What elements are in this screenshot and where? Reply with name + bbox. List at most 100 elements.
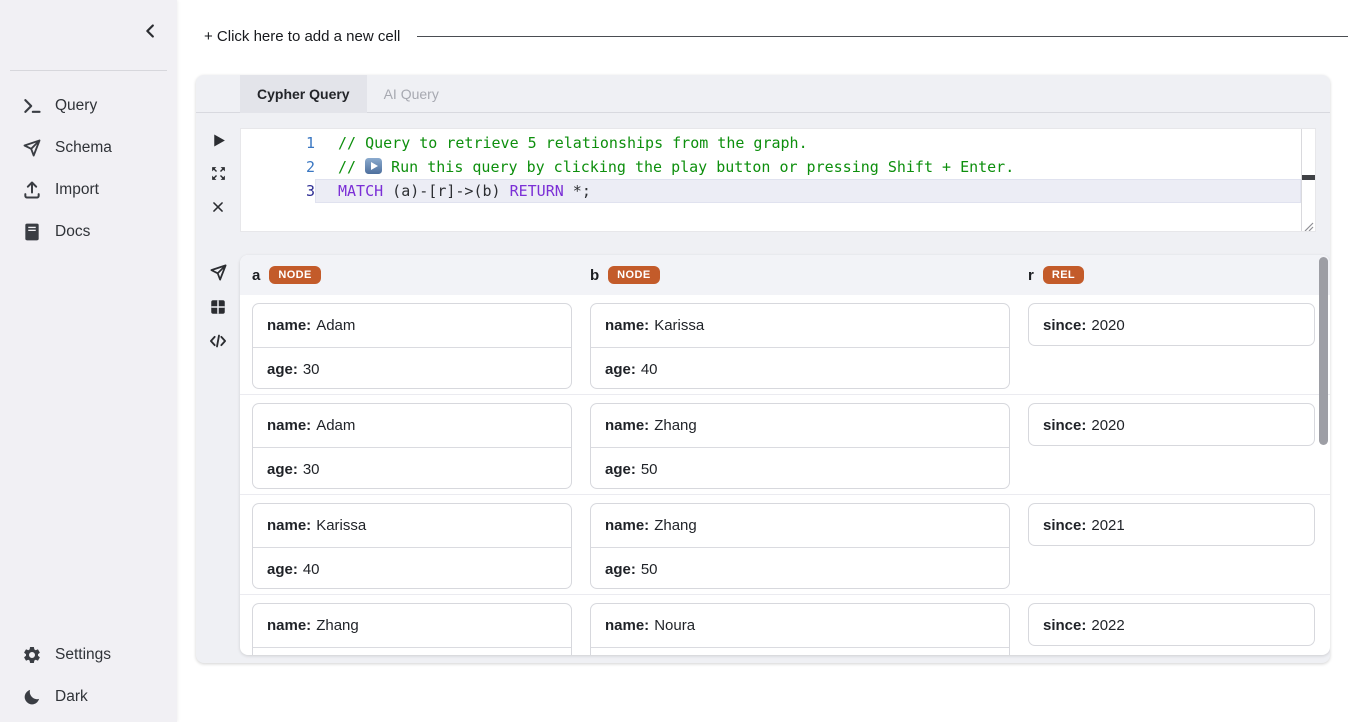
code-keyword: RETURN bbox=[510, 182, 564, 200]
graph-view-icon bbox=[209, 263, 228, 285]
result-row: name:Karissa age:40 name:Zhang age:50 si… bbox=[240, 495, 1330, 595]
property-name: name:Zhang bbox=[253, 604, 571, 647]
sidebar-item-label: Schema bbox=[55, 139, 112, 157]
tab-cypher-query[interactable]: Cypher Query bbox=[240, 75, 367, 113]
play-emoji bbox=[365, 158, 382, 174]
resize-grip-icon[interactable] bbox=[1302, 218, 1314, 230]
code-view-icon bbox=[208, 331, 228, 354]
code-editor[interactable]: 1 // Query to retrieve 5 relationships f… bbox=[240, 128, 1316, 232]
column-name: b bbox=[590, 267, 599, 284]
column-name: a bbox=[252, 267, 260, 284]
sidebar-item-query[interactable]: Query bbox=[0, 85, 177, 127]
node-type-badge: NODE bbox=[269, 266, 320, 284]
property-age: age:50 bbox=[591, 447, 1009, 489]
chevron-left-icon bbox=[140, 30, 162, 45]
node-card-b: name:Noura bbox=[590, 603, 1010, 655]
line-number: 3 bbox=[241, 179, 315, 203]
node-card-a: name:Adam age:30 bbox=[252, 303, 572, 389]
sidebar-divider bbox=[10, 70, 167, 71]
results-panel: a NODE b NODE r REL name:Ad bbox=[240, 255, 1330, 655]
upload-icon bbox=[22, 180, 42, 200]
property-since: since:2022 bbox=[1029, 604, 1314, 646]
rel-card-r: since:2021 bbox=[1028, 503, 1315, 546]
play-icon bbox=[210, 132, 227, 152]
column-header-r: r REL bbox=[1028, 266, 1315, 284]
run-query-button[interactable] bbox=[207, 132, 229, 152]
sidebar-item-label: Settings bbox=[55, 646, 111, 664]
expand-icon bbox=[210, 165, 227, 185]
column-name: r bbox=[1028, 267, 1034, 284]
property-name: name:Karissa bbox=[591, 304, 1009, 347]
table-view-button[interactable] bbox=[207, 298, 229, 318]
property-age: age:30 bbox=[253, 347, 571, 389]
property-name: name:Karissa bbox=[253, 504, 571, 547]
tab-label: Cypher Query bbox=[257, 86, 350, 102]
graph-view-button[interactable] bbox=[207, 264, 229, 284]
results-body: name:Adam age:30 name:Karissa age:40 sin… bbox=[240, 295, 1330, 655]
property-since: since:2020 bbox=[1029, 304, 1314, 346]
close-cell-button[interactable] bbox=[207, 198, 229, 218]
results-scrollbar[interactable] bbox=[1319, 257, 1328, 445]
gear-icon bbox=[22, 645, 42, 665]
sidebar-collapse-button[interactable] bbox=[139, 20, 163, 44]
tab-bar: Cypher Query AI Query bbox=[196, 75, 1330, 113]
sidebar-item-label: Dark bbox=[55, 688, 88, 706]
property-since: since:2020 bbox=[1029, 404, 1314, 446]
rel-card-r: since:2020 bbox=[1028, 403, 1315, 446]
property-since: since:2021 bbox=[1029, 504, 1314, 546]
sidebar-item-settings[interactable]: Settings bbox=[0, 634, 177, 676]
property-name: name:Zhang bbox=[591, 504, 1009, 547]
column-header-b: b NODE bbox=[590, 266, 1010, 284]
code-view-button[interactable] bbox=[207, 332, 229, 352]
sidebar: Query Schema Import Docs Settings bbox=[0, 0, 177, 722]
sidebar-item-schema[interactable]: Schema bbox=[0, 127, 177, 169]
node-card-a: name:Karissa age:40 bbox=[252, 503, 572, 589]
sidebar-item-dark-mode[interactable]: Dark bbox=[0, 676, 177, 718]
tab-label: AI Query bbox=[384, 86, 439, 102]
result-row: name:Adam age:30 name:Karissa age:40 sin… bbox=[240, 295, 1330, 395]
expand-editor-button[interactable] bbox=[207, 165, 229, 185]
tab-ai-query[interactable]: AI Query bbox=[367, 75, 456, 113]
moon-icon bbox=[22, 687, 42, 707]
code-line-2: 2 // Run this query by clicking the play… bbox=[241, 155, 1315, 179]
code-text: (a)-[r]->(b) bbox=[383, 182, 509, 200]
property-age: age:50 bbox=[591, 547, 1009, 589]
property-name: name:Adam bbox=[253, 304, 571, 347]
rel-type-badge: REL bbox=[1043, 266, 1084, 284]
property-name: name:Noura bbox=[591, 604, 1009, 647]
results-header: a NODE b NODE r REL bbox=[240, 255, 1330, 295]
add-cell-label: + Click here to add a new cell bbox=[204, 28, 400, 45]
code-comment: Run this query by clicking the play butt… bbox=[382, 158, 1014, 176]
terminal-icon bbox=[22, 96, 42, 116]
graph-icon bbox=[22, 138, 42, 158]
code-line-3: 3 MATCH (a)-[r]->(b) RETURN *; bbox=[241, 179, 1315, 203]
sidebar-item-import[interactable]: Import bbox=[0, 169, 177, 211]
editor-scrollbar-thumb[interactable] bbox=[1302, 175, 1315, 180]
sidebar-item-label: Import bbox=[55, 181, 99, 199]
results-toolbar bbox=[196, 255, 240, 663]
result-row: name:Adam age:30 name:Zhang age:50 since… bbox=[240, 395, 1330, 495]
line-number: 2 bbox=[241, 155, 315, 179]
sidebar-item-label: Docs bbox=[55, 223, 90, 241]
close-icon bbox=[211, 200, 225, 217]
property-age bbox=[591, 647, 1009, 655]
editor-toolbar bbox=[196, 113, 240, 255]
property-name: name:Adam bbox=[253, 404, 571, 447]
property-age: age:40 bbox=[253, 547, 571, 589]
code-comment: // bbox=[338, 158, 365, 176]
property-name: name:Zhang bbox=[591, 404, 1009, 447]
tab-bar-spacer bbox=[196, 75, 240, 112]
editor-section: 1 // Query to retrieve 5 relationships f… bbox=[196, 113, 1330, 255]
node-card-b: name:Zhang age:50 bbox=[590, 403, 1010, 489]
node-type-badge: NODE bbox=[608, 266, 659, 284]
query-cell: Cypher Query AI Query 1 bbox=[196, 75, 1330, 663]
property-age bbox=[253, 647, 571, 655]
add-cell-button[interactable]: + Click here to add a new cell bbox=[204, 28, 1348, 45]
rel-card-r: since:2022 bbox=[1028, 603, 1315, 646]
node-card-b: name:Zhang age:50 bbox=[590, 503, 1010, 589]
add-cell-divider bbox=[417, 36, 1348, 37]
sidebar-item-docs[interactable]: Docs bbox=[0, 211, 177, 253]
main-content: + Click here to add a new cell Cypher Qu… bbox=[177, 0, 1348, 722]
sidebar-footer: Settings Dark bbox=[0, 634, 177, 722]
code-comment: // Query to retrieve 5 relationships fro… bbox=[338, 134, 808, 152]
